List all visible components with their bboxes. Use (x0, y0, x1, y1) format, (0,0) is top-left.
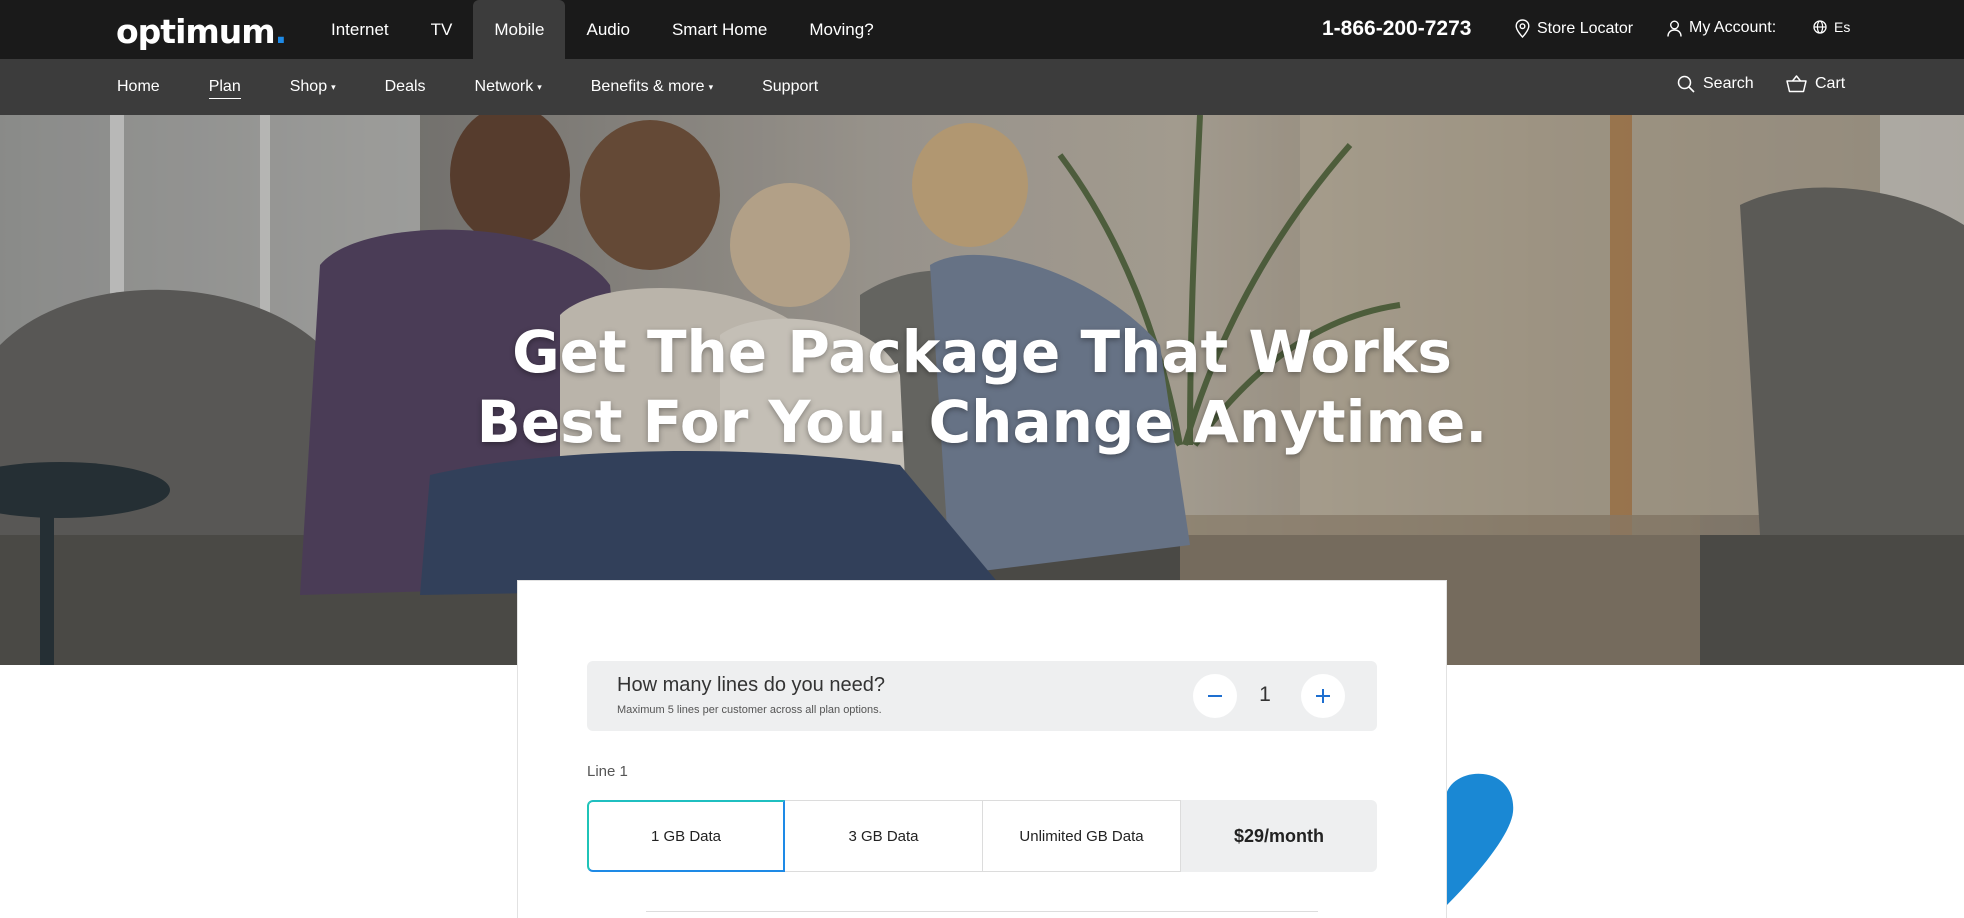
data-plan-options: 1 GB Data 3 GB Data Unlimited GB Data $2… (587, 800, 1377, 872)
my-account-label: My Account: (1689, 19, 1777, 36)
topnav-audio[interactable]: Audio (565, 0, 650, 59)
subnav-network[interactable]: Network ▾ (475, 59, 542, 115)
heart-shape-decoration (1445, 773, 1514, 907)
optimum-logo[interactable]: optimum. (116, 12, 288, 51)
secondary-nav: Home Plan Shop ▾ Deals Network ▾ Benefits … (0, 59, 1964, 115)
topnav-moving[interactable]: Moving? (788, 0, 894, 59)
store-locator-link[interactable]: Store Locator (1515, 19, 1633, 38)
cart-icon (1786, 75, 1807, 93)
topnav-smart-home[interactable]: Smart Home (651, 0, 788, 59)
increment-lines-button[interactable] (1301, 674, 1345, 718)
hero-title-line-1: Get The Package That Works (512, 318, 1452, 386)
hero-title-line-2: Best For You. Change Anytime. (476, 388, 1488, 456)
decrement-lines-button[interactable] (1193, 674, 1237, 718)
subnav-benefits[interactable]: Benefits & more ▾ (591, 59, 713, 115)
subnav-plan[interactable]: Plan (208, 59, 241, 115)
lines-selector: How many lines do you need? Maximum 5 li… (587, 661, 1377, 731)
search-icon (1677, 75, 1695, 93)
subnav-support[interactable]: Support (762, 59, 818, 115)
minus-icon (1208, 695, 1222, 697)
user-icon (1667, 20, 1682, 37)
cart-label: Cart (1815, 75, 1846, 92)
topnav-mobile[interactable]: Mobile (473, 0, 566, 59)
primary-nav: Internet TV Mobile Audio Smart Home Movi… (310, 0, 895, 59)
logo-dot: . (274, 12, 288, 51)
lines-question: How many lines do you need? (617, 674, 885, 696)
secondary-nav-links: Home Plan Shop ▾ Deals Network ▾ Benefits … (117, 59, 867, 115)
line-1-label: Line 1 (587, 763, 628, 780)
language-toggle[interactable]: Es (1813, 19, 1850, 35)
subnav-home-label: Home (117, 78, 160, 95)
plan-option-1gb[interactable]: 1 GB Data (587, 800, 785, 872)
chevron-down-icon: ▾ (331, 81, 336, 92)
subnav-benefits-label: Benefits & more (590, 78, 705, 95)
globe-icon (1813, 20, 1827, 34)
subnav-shop-label: Shop (289, 78, 328, 95)
plan-price: $29/month (1181, 800, 1377, 872)
card-divider (646, 911, 1318, 912)
chevron-down-icon: ▾ (537, 81, 542, 92)
search-button[interactable]: Search (1677, 75, 1754, 93)
subnav-home[interactable]: Home (117, 59, 160, 115)
subnav-network-label: Network (474, 78, 534, 95)
topnav-tv[interactable]: TV (410, 0, 474, 59)
logo-text: optimum (116, 12, 276, 51)
subnav-deals-label: Deals (384, 78, 426, 95)
my-account-link[interactable]: My Account: (1667, 19, 1776, 37)
store-locator-label: Store Locator (1537, 19, 1634, 37)
subnav-plan-label: Plan (208, 78, 241, 99)
plan-option-unlimited[interactable]: Unlimited GB Data (983, 800, 1181, 872)
topnav-internet[interactable]: Internet (310, 0, 410, 59)
plan-builder-card: How many lines do you need? Maximum 5 li… (517, 580, 1447, 918)
language-label: Es (1834, 19, 1851, 35)
subnav-deals[interactable]: Deals (385, 59, 426, 115)
cart-button[interactable]: Cart (1786, 75, 1845, 93)
lines-note: Maximum 5 lines per customer across all … (617, 704, 882, 716)
phone-number[interactable]: 1-866-200-7273 (1322, 17, 1471, 41)
top-header: optimum. Internet TV Mobile Audio Smart … (0, 0, 1964, 59)
subnav-shop[interactable]: Shop ▾ (290, 59, 336, 115)
plus-icon (1316, 689, 1330, 703)
plan-option-3gb[interactable]: 3 GB Data (785, 800, 983, 872)
hero-title: Get The Package That Works Best For You.… (0, 317, 1964, 457)
map-pin-icon (1515, 19, 1530, 38)
subnav-support-label: Support (762, 78, 819, 95)
search-label: Search (1703, 75, 1754, 92)
chevron-down-icon: ▾ (708, 81, 714, 92)
line-count-value: 1 (1259, 683, 1271, 706)
